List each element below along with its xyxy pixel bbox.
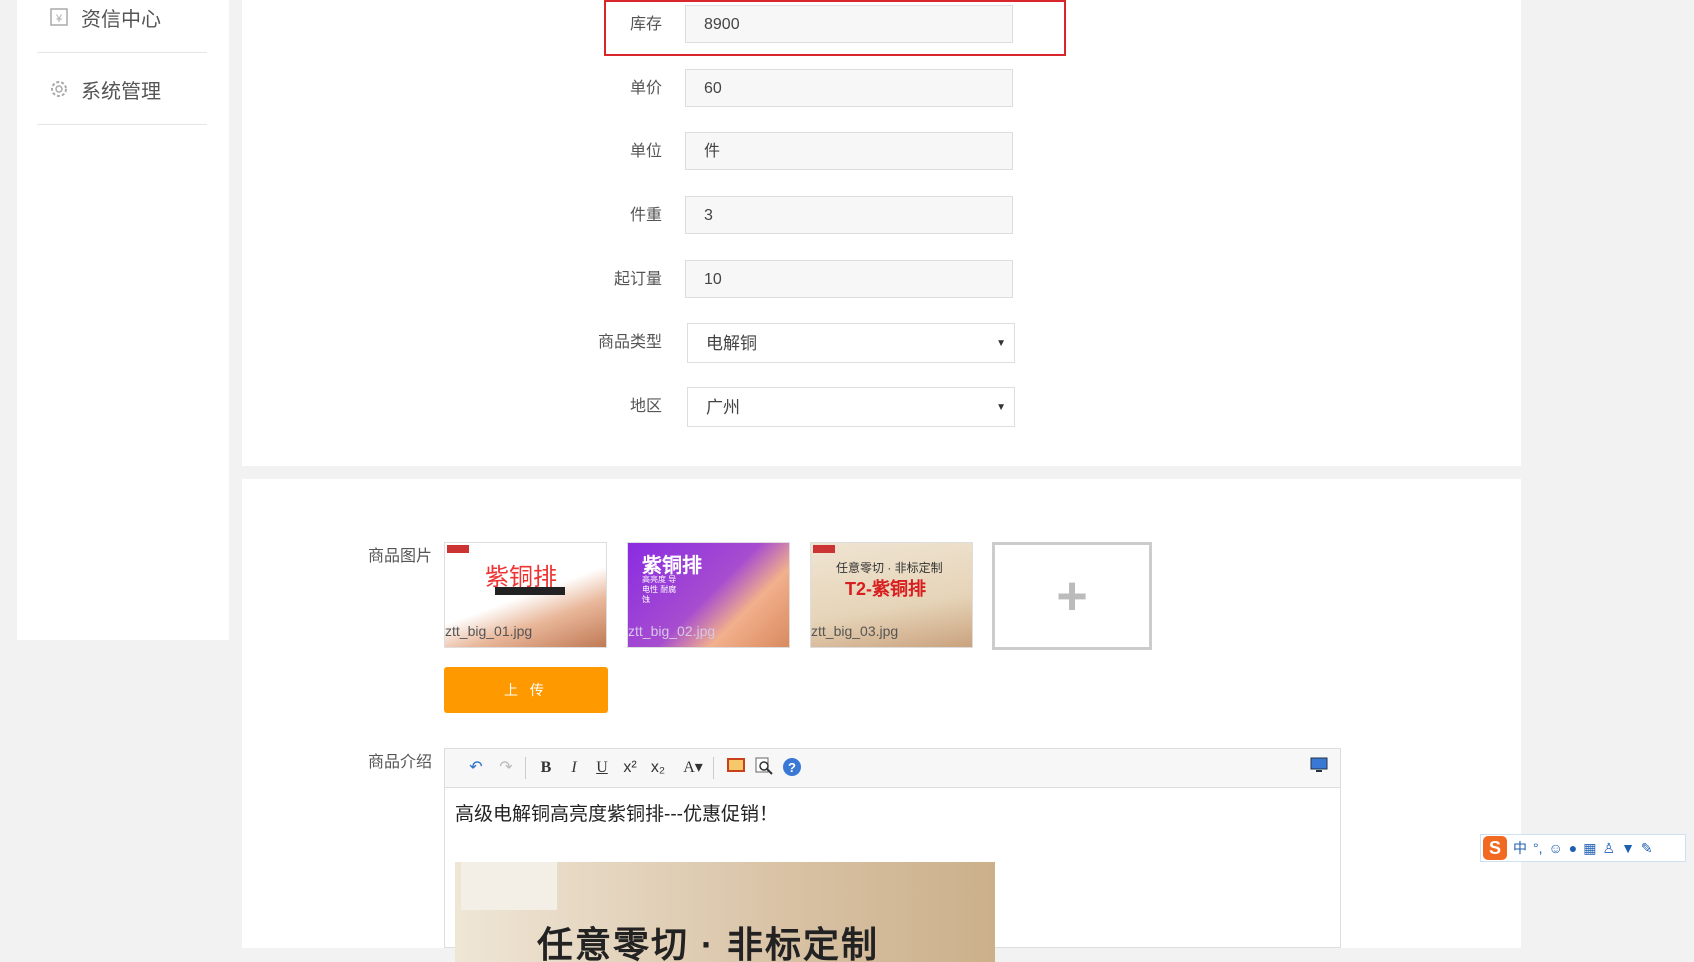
ime-mode-label[interactable]: 中 — [1513, 838, 1527, 858]
piece-weight-input[interactable]: 3 — [685, 196, 1013, 234]
add-image-button[interactable]: + — [992, 542, 1152, 650]
chevron-down-icon: ▼ — [996, 338, 1006, 349]
thumb-subtitle: 任意零切 · 非标定制 — [836, 561, 943, 575]
product-image-thumb[interactable]: 紫铜排 ztt_big_01.jpg — [444, 542, 607, 648]
editor-toolbar: ↶ ↷ B I U x² x₂ A▾ ? — [445, 749, 1340, 788]
form-row-stock: 库存 8900 — [242, 5, 1042, 45]
user-icon[interactable]: ♙ — [1603, 840, 1616, 857]
form-row-piece-weight: 件重 3 — [242, 196, 1042, 236]
form-row-region: 地区 广州 ▼ — [242, 387, 1042, 427]
stock-input[interactable]: 8900 — [685, 5, 1013, 43]
product-type-select[interactable]: 电解铜 ▼ — [687, 323, 1015, 363]
plus-icon: + — [1056, 566, 1088, 626]
undo-icon[interactable]: ↶ — [465, 757, 487, 779]
thumb-title: T2-紫铜排 — [845, 579, 926, 599]
keyboard-icon[interactable]: ▦ — [1583, 840, 1596, 857]
brand-logo — [447, 545, 469, 553]
piece-weight-label: 件重 — [629, 207, 662, 224]
upload-button[interactable]: 上 传 — [444, 667, 608, 713]
region-label: 地区 — [629, 398, 662, 415]
product-image-thumb[interactable]: 紫铜排 高亮度 导电性 耐腐蚀 ztt_big_02.jpg — [627, 542, 790, 648]
unit-input[interactable]: 件 — [685, 132, 1013, 170]
region-value: 广州 — [706, 398, 740, 417]
underline-icon[interactable]: U — [591, 757, 613, 779]
gear-icon — [49, 79, 69, 99]
redo-icon[interactable]: ↷ — [495, 757, 517, 779]
min-order-label: 起订量 — [613, 271, 662, 288]
insert-image-icon[interactable] — [725, 757, 747, 779]
brand-logo — [813, 545, 835, 553]
unit-label: 单位 — [629, 143, 662, 160]
sidebar: ¥ 资信中心 系统管理 — [17, 0, 229, 640]
editor-content-text: 高级电解铜高亮度紫铜排---优惠促销！ — [455, 804, 778, 825]
thumb-banner — [495, 587, 565, 595]
subscript-icon[interactable]: x₂ — [647, 757, 669, 779]
skin-icon[interactable]: ▼ — [1621, 840, 1635, 856]
stock-label: 库存 — [629, 16, 662, 33]
font-color-icon[interactable]: A▾ — [677, 757, 709, 779]
form-row-unit: 单位 件 — [242, 132, 1042, 172]
product-images-label: 商品图片 — [367, 548, 432, 565]
unit-price-input[interactable]: 60 — [685, 69, 1013, 107]
emoji-icon[interactable]: ☺ — [1549, 840, 1563, 856]
region-select[interactable]: 广州 ▼ — [687, 387, 1015, 427]
product-intro-label: 商品介绍 — [367, 754, 432, 771]
sidebar-item-label: 资信中心 — [81, 8, 161, 31]
product-type-value: 电解铜 — [706, 334, 757, 353]
punctuation-icon[interactable]: °, — [1533, 840, 1543, 856]
product-image-thumb[interactable]: 任意零切 · 非标定制 T2-紫铜排 ztt_big_03.jpg — [810, 542, 973, 648]
editor-image-text: 任意零切 · 非标定制 — [537, 924, 879, 962]
svg-text:¥: ¥ — [55, 13, 63, 25]
sidebar-item-system-management[interactable]: 系统管理 — [37, 54, 207, 125]
chevron-down-icon: ▼ — [996, 402, 1006, 413]
sogou-logo-icon: S — [1483, 836, 1507, 860]
fullscreen-icon[interactable] — [1308, 757, 1330, 779]
ime-toolbar[interactable]: S 中 °, ☺ ● ▦ ♙ ▼ ✎ — [1480, 834, 1686, 862]
thumb-filename: ztt_big_01.jpg — [445, 623, 533, 639]
form-row-product-type: 商品类型 电解铜 ▼ — [242, 323, 1042, 363]
italic-icon[interactable]: I — [563, 757, 585, 779]
form-row-min-order: 起订量 10 — [242, 260, 1042, 300]
preview-icon[interactable] — [753, 757, 775, 779]
thumb-title: 紫铜排 — [642, 555, 702, 577]
product-form-panel: 库存 8900 单价 60 单位 件 件重 3 起订量 10 商品类型 电解铜 … — [242, 0, 1521, 466]
min-order-input[interactable]: 10 — [685, 260, 1013, 298]
help-icon[interactable]: ? — [781, 757, 803, 779]
bold-icon[interactable]: B — [535, 757, 557, 779]
superscript-icon[interactable]: x² — [619, 757, 641, 779]
unit-price-label: 单价 — [629, 80, 662, 97]
thumb-subtitle: 高亮度 导电性 耐腐蚀 — [642, 575, 677, 604]
sidebar-item-label: 系统管理 — [81, 80, 161, 103]
sidebar-item-credit-center[interactable]: ¥ 资信中心 — [37, 0, 207, 53]
yen-document-icon: ¥ — [49, 7, 69, 27]
rich-text-editor[interactable]: ↶ ↷ B I U x² x₂ A▾ ? 高级电解铜高亮度紫铜排---优惠促销！ — [444, 748, 1341, 962]
product-type-label: 商品类型 — [597, 334, 662, 351]
thumb-filename: ztt_big_03.jpg — [811, 623, 899, 639]
thumb-filename: ztt_big_02.jpg — [628, 623, 716, 639]
editor-content-image: 任意零切 · 非标定制 — [455, 862, 995, 962]
form-row-unit-price: 单价 60 — [242, 69, 1042, 109]
settings-wrench-icon[interactable]: ✎ — [1641, 840, 1653, 857]
microphone-icon[interactable]: ● — [1569, 840, 1577, 856]
product-media-panel: 商品图片 紫铜排 ztt_big_01.jpg 紫铜排 高亮度 导电性 耐腐蚀 … — [242, 479, 1521, 962]
svg-text:?: ? — [788, 760, 796, 775]
